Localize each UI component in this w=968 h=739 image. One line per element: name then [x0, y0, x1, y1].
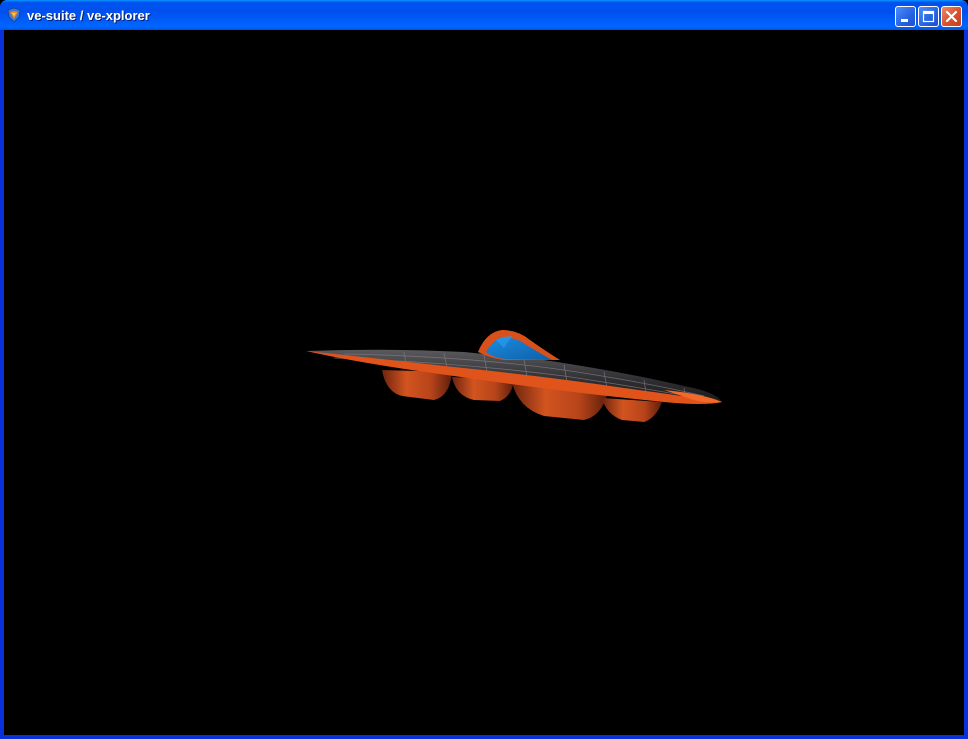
close-button[interactable] — [941, 6, 962, 27]
vehicle-canopy — [478, 330, 560, 360]
render-viewport[interactable] — [4, 30, 964, 735]
app-window: ve-suite / ve-xplorer — [0, 0, 968, 739]
minimize-button[interactable] — [895, 6, 916, 27]
close-icon — [945, 10, 958, 23]
window-title: ve-suite / ve-xplorer — [27, 8, 150, 23]
minimize-icon — [901, 19, 908, 22]
maximize-icon — [922, 10, 935, 23]
title-bar[interactable]: ve-suite / ve-xplorer — [0, 0, 968, 30]
ve-suite-app-icon[interactable] — [6, 7, 22, 23]
maximize-button[interactable] — [918, 6, 939, 27]
vehicle-model[interactable] — [4, 30, 964, 735]
